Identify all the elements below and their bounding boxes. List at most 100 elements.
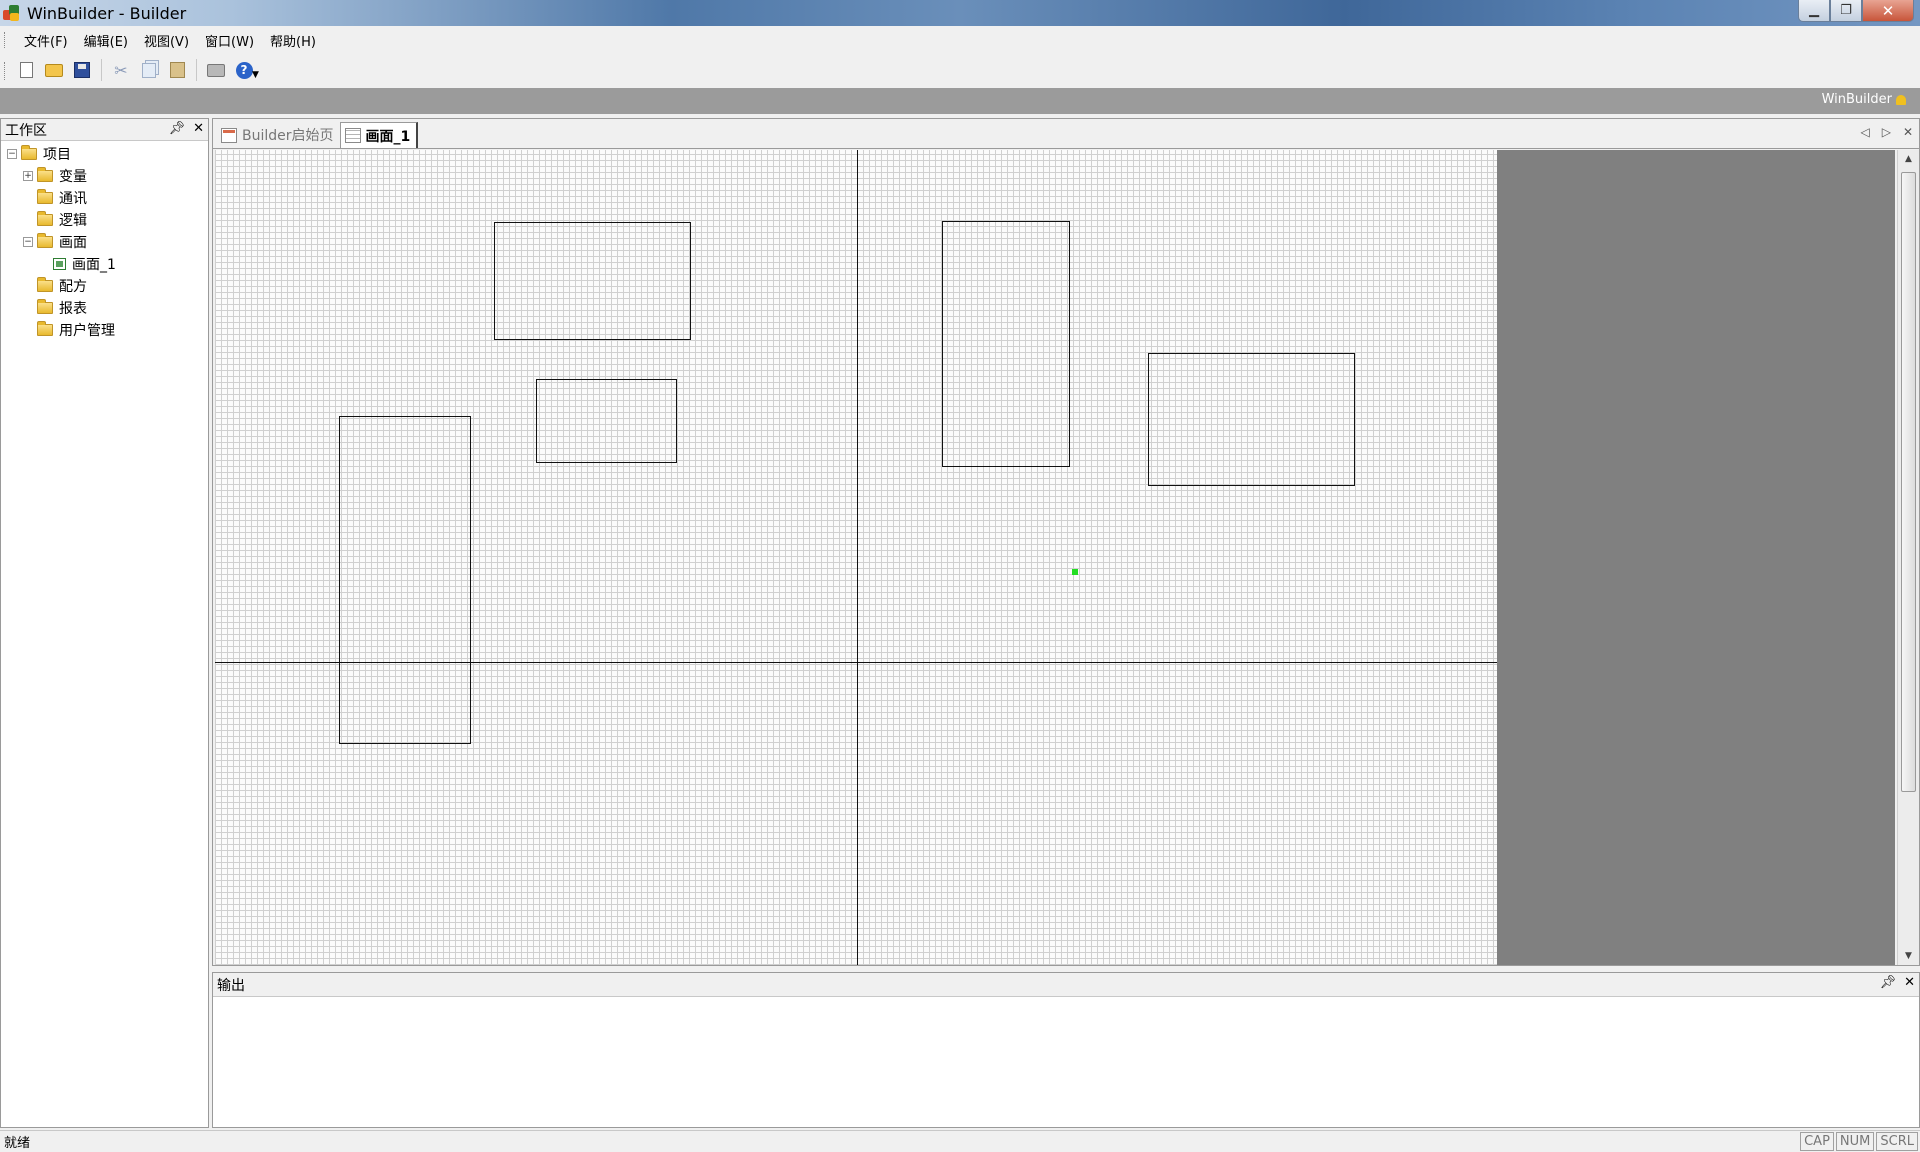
folder-icon (37, 211, 53, 226)
folder-icon (37, 167, 53, 182)
selection-marker (1072, 569, 1078, 575)
guide-line-vertical (857, 150, 858, 965)
output-panel: 输出 📌︎ ✕ (212, 972, 1920, 1128)
tree-item-label: 画面 (59, 235, 87, 251)
scroll-up-icon[interactable]: ▲ (1898, 150, 1919, 168)
menu-grip (4, 32, 6, 48)
tree-item[interactable]: − 画面 (1, 231, 208, 253)
folder-icon (37, 321, 53, 336)
tree-item[interactable]: 通讯 (1, 187, 208, 209)
workspace-title: 工作区 (5, 122, 47, 139)
collapse-icon[interactable]: − (23, 237, 33, 247)
pin-icon[interactable]: 📌︎ (169, 121, 186, 136)
rectangle-shape[interactable] (942, 221, 1070, 467)
tree-item[interactable]: + 变量 (1, 165, 208, 187)
close-icon[interactable]: ✕ (193, 121, 204, 136)
tree-item-label: 配方 (59, 279, 87, 295)
tab-bar: Builder启始页 画面_1 ◁ ▷ ✕ (213, 119, 1919, 149)
cut-icon: ✂ (114, 60, 128, 80)
document-icon (221, 127, 237, 143)
workspace-header: 工作区 📌︎ ✕ (1, 119, 208, 141)
tree-item[interactable]: 画面_1 (1, 253, 208, 275)
project-tree: − 项目 + 变量通讯逻辑 − 画面画面_1 配方报表 用户管理 (1, 141, 208, 341)
scroll-down-icon[interactable]: ▼ (1898, 947, 1919, 965)
pin-icon[interactable]: 📌︎ (1880, 975, 1897, 990)
tree-item-label: 逻辑 (59, 213, 87, 229)
maximize-button[interactable]: ❐ (1830, 0, 1862, 22)
banner-bar: WinBuilder (0, 88, 1920, 114)
paste-icon (169, 62, 185, 78)
copy-button[interactable] (135, 58, 163, 82)
menu-view[interactable]: 视图(V) (136, 31, 197, 50)
tab-label: Builder启始页 (242, 128, 334, 144)
status-text: 就绪 (4, 1136, 31, 1151)
print-icon (207, 63, 225, 77)
title-bar: WinBuilder - Builder ▁ ❐ ✕ (0, 0, 1920, 26)
tab-start-page[interactable]: Builder启始页 (217, 122, 340, 148)
toolbar-overflow-icon[interactable]: ▼ (252, 70, 259, 80)
close-icon: ✕ (1881, 1, 1895, 20)
folder-icon (37, 299, 53, 314)
tree-item[interactable]: 报表 (1, 297, 208, 319)
toolbar-separator (196, 59, 197, 81)
open-button[interactable] (40, 58, 68, 82)
help-icon: ? (235, 61, 253, 79)
tab-scroll-left-icon[interactable]: ◁ (1860, 125, 1869, 139)
save-button[interactable] (68, 58, 96, 82)
menu-window[interactable]: 窗口(W) (197, 31, 262, 50)
app-icon (3, 4, 21, 22)
tree-item-label: 通讯 (59, 191, 87, 207)
minimize-icon: ▁ (1809, 3, 1819, 18)
tab-screen-1[interactable]: 画面_1 (339, 122, 419, 148)
toolbar-grip (4, 62, 6, 80)
bell-icon[interactable] (1896, 94, 1906, 105)
vertical-scrollbar[interactable]: ▲ ▼ (1897, 150, 1919, 965)
close-icon[interactable]: ✕ (1904, 975, 1915, 990)
tree-item-label: 项目 (43, 147, 71, 163)
menu-file[interactable]: 文件(F) (16, 31, 76, 50)
folder-icon (21, 145, 37, 160)
window-title: WinBuilder - Builder (27, 3, 187, 23)
menu-edit[interactable]: 编辑(E) (76, 31, 136, 50)
menu-bar: 文件(F) 编辑(E) 视图(V) 窗口(W) 帮助(H) (0, 26, 1920, 54)
rectangle-shape[interactable] (1148, 353, 1355, 486)
output-header: 输出 📌︎ ✕ (213, 973, 1919, 997)
print-button[interactable] (202, 58, 230, 82)
collapse-icon[interactable]: − (7, 149, 17, 159)
tree-item[interactable]: 配方 (1, 275, 208, 297)
new-file-icon (19, 62, 33, 78)
canvas-viewport (215, 150, 1895, 965)
tree-item[interactable]: − 项目 (1, 143, 208, 165)
scrollbar-thumb[interactable] (1901, 172, 1916, 792)
paste-button[interactable] (163, 58, 191, 82)
design-canvas[interactable] (215, 150, 1497, 965)
tab-label: 画面_1 (365, 128, 411, 145)
banner-text: WinBuilder (1821, 92, 1892, 107)
workspace-panel: 工作区 📌︎ ✕ − 项目 + 变量通讯逻辑 − 画面画面_1 配方报表 用户管理 (0, 118, 209, 1128)
folder-icon (37, 233, 53, 248)
close-button[interactable]: ✕ (1862, 0, 1914, 22)
screen-grid-icon (344, 128, 361, 143)
banner-label: WinBuilder (1822, 92, 1906, 107)
menu-help[interactable]: 帮助(H) (262, 31, 324, 50)
rectangle-shape[interactable] (536, 379, 677, 463)
tree-item[interactable]: 用户管理 (1, 319, 208, 341)
toolbar: ✂ ? ▼ (0, 54, 1920, 86)
restore-icon: ❐ (1840, 3, 1852, 18)
open-folder-icon (45, 63, 63, 77)
tree-item[interactable]: 逻辑 (1, 209, 208, 231)
screen-icon (53, 258, 66, 270)
caps-lock-indicator: CAP (1800, 1132, 1834, 1151)
rectangle-shape[interactable] (339, 416, 471, 744)
tree-item-label: 画面_1 (72, 257, 116, 273)
output-title: 输出 (217, 977, 245, 994)
close-tab-icon[interactable]: ✕ (1903, 125, 1913, 139)
cut-button[interactable]: ✂ (107, 58, 135, 82)
save-icon (74, 62, 90, 78)
minimize-button[interactable]: ▁ (1798, 0, 1830, 22)
new-button[interactable] (12, 58, 40, 82)
rectangle-shape[interactable] (494, 222, 691, 340)
expand-icon[interactable]: + (23, 171, 33, 181)
tab-scroll-right-icon[interactable]: ▷ (1882, 125, 1891, 139)
scroll-lock-indicator: SCRL (1876, 1132, 1918, 1151)
